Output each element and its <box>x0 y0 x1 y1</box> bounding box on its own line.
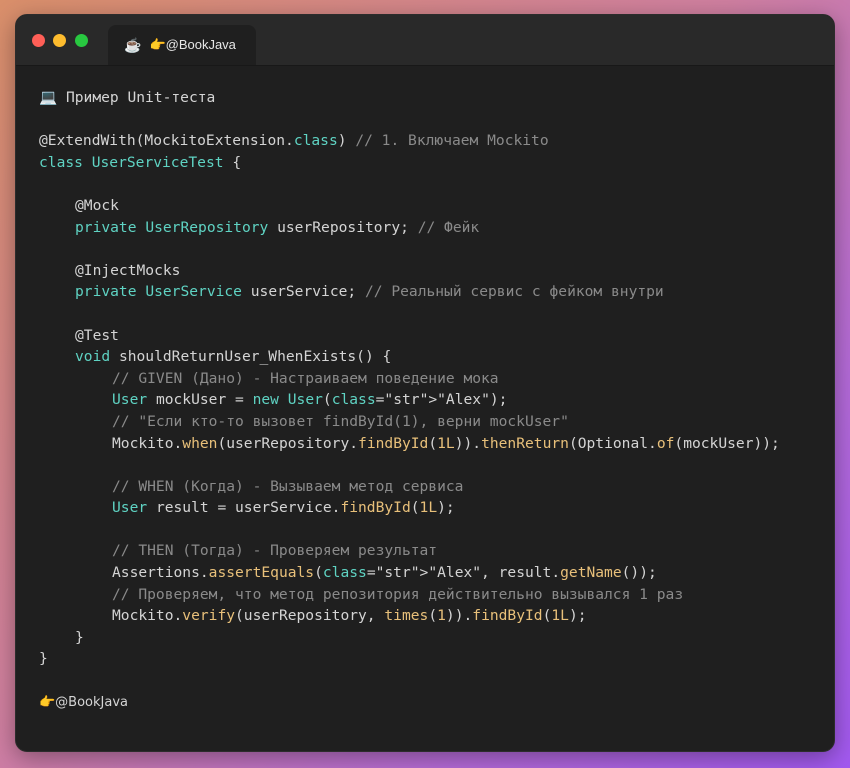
code-line: // Проверяем, что метод репозитория дейс… <box>112 585 684 603</box>
tab-label: 👉@BookJava <box>149 37 236 52</box>
code-line: private UserRepository userRepository; /… <box>75 218 480 236</box>
zoom-window-button[interactable] <box>75 34 88 47</box>
code-line: } <box>75 628 84 646</box>
code-line: @Mock <box>75 196 119 214</box>
code-line: User mockUser = new User(class="str">"Al… <box>112 391 508 409</box>
code-line: // THEN (Тогда) - Проверяем результат <box>112 542 438 560</box>
code-window: ☕ 👉@BookJava 💻 Пример Unit-теста @Extend… <box>15 14 835 752</box>
code-line: User result = userService.findById(1L); <box>112 499 455 517</box>
code-line: Mockito.when(userRepository.findById(1L)… <box>112 434 780 452</box>
code-line: } <box>39 650 48 668</box>
coffee-cup-icon: ☕ <box>124 36 142 53</box>
code-line: @ExtendWith(MockitoExtension.class) // 1… <box>39 132 549 150</box>
code-line: @InjectMocks <box>75 261 181 279</box>
code-line: class UserServiceTest { <box>39 153 242 171</box>
laptop-icon: 💻 Пример Unit-теста <box>39 89 216 106</box>
title-bar: ☕ 👉@BookJava <box>16 15 834 66</box>
code-line: Assertions.assertEquals(class="str">"Ale… <box>112 564 657 582</box>
code-line: void shouldReturnUser_WhenExists() { <box>75 348 392 366</box>
code-line: private UserService userService; // Реал… <box>75 283 664 301</box>
code-header: 💻 Пример Unit-теста <box>39 87 780 109</box>
code-line: @Test <box>75 326 119 344</box>
code-footer: 👉@BookJava <box>39 694 129 710</box>
code-line: Mockito.verify(userRepository, times(1))… <box>112 607 587 625</box>
code-line: // "Если кто-то вызовет findById(1), вер… <box>112 412 569 430</box>
close-window-button[interactable] <box>32 34 45 47</box>
minimize-window-button[interactable] <box>53 34 66 47</box>
tab-bookjava[interactable]: ☕ 👉@BookJava <box>108 25 256 65</box>
code-block: 💻 Пример Unit-теста @ExtendWith(MockitoE… <box>39 87 780 713</box>
code-line: // WHEN (Когда) - Вызываем метод сервиса <box>112 477 464 495</box>
code-line: // GIVEN (Дано) - Настраиваем поведение … <box>112 369 499 387</box>
